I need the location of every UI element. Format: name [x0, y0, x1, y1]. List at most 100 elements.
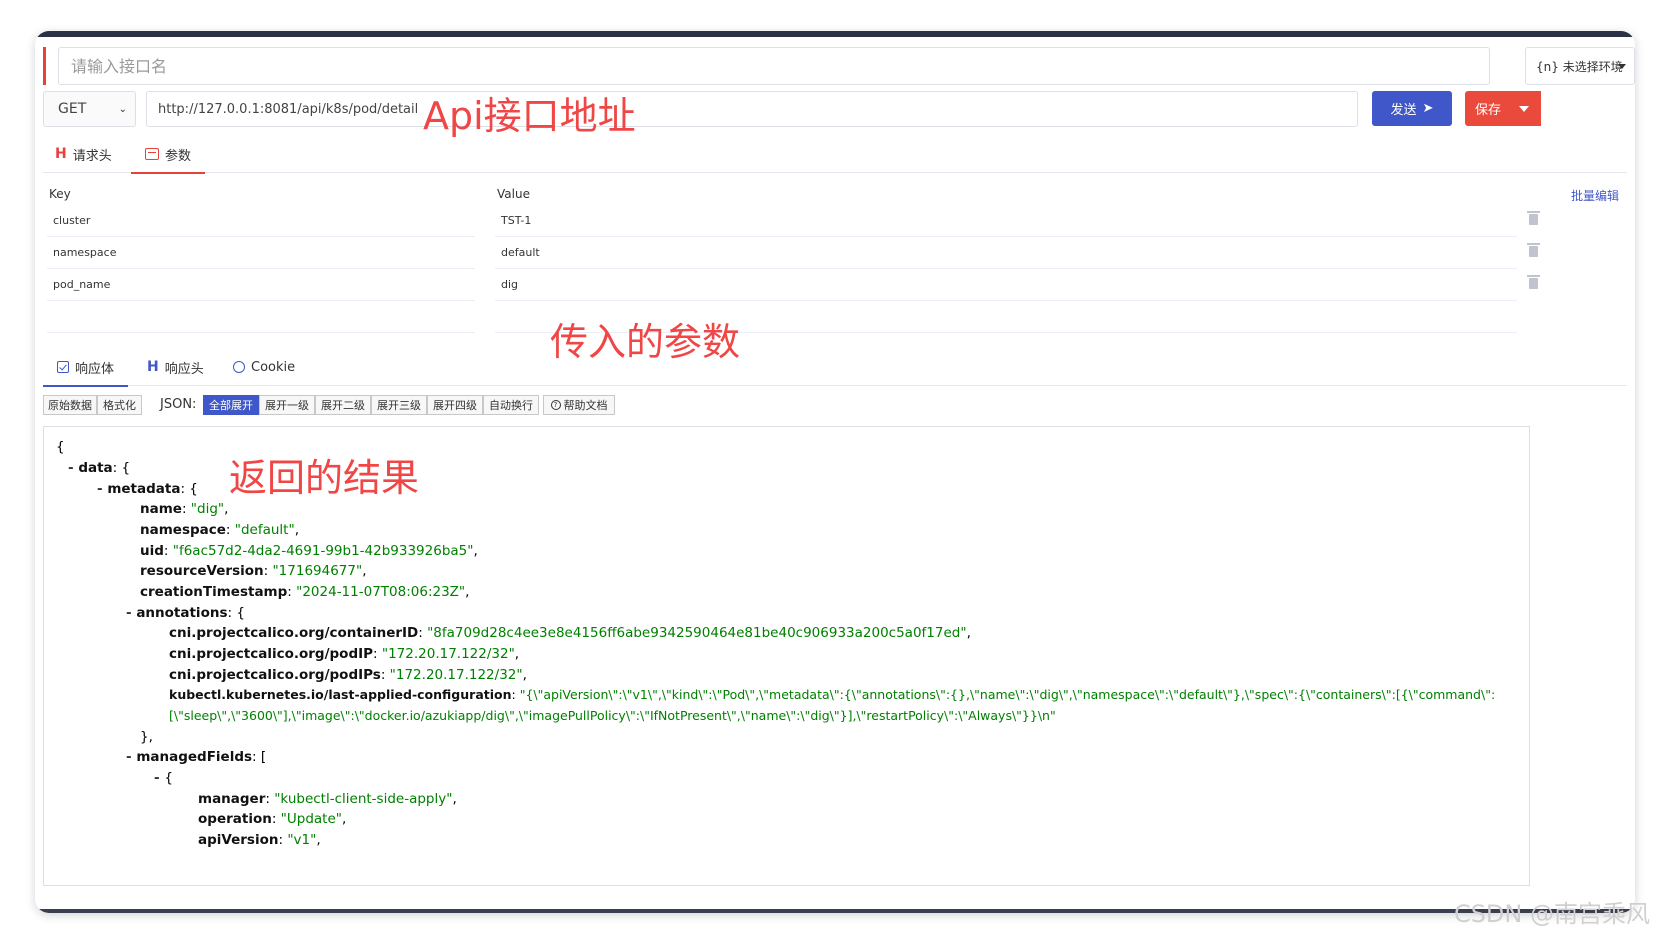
json-line: name: "dig", — [140, 501, 229, 517]
json-line: kubectl.kubernetes.io/last-applied-confi… — [169, 687, 1496, 702]
json-value: "kubectl-client-side-apply" — [274, 791, 453, 807]
json-value: "{\"apiVersion\":\"v1\",\"kind\":\"Pod\"… — [519, 687, 1496, 702]
json-value: "default" — [234, 522, 295, 538]
param-key-cell[interactable]: pod_name — [47, 269, 475, 301]
tab-response-body[interactable]: 响应体 — [43, 348, 129, 387]
help-label: 帮助文档 — [563, 399, 608, 412]
json-value-continued: [\"sleep\",\"3600\"],\"image\":\"docker.… — [169, 708, 1056, 723]
save-button[interactable]: 保存 — [1465, 91, 1541, 126]
json-key: namespace — [140, 522, 226, 538]
json-line: - metadata: { — [97, 481, 198, 497]
auto-wrap-button[interactable]: 自动换行 — [483, 395, 539, 415]
tab-label: 响应头 — [164, 361, 204, 377]
result-annotation: 返回的结果 — [229, 456, 420, 500]
collapse-toggle[interactable]: - — [68, 460, 78, 476]
json-line: resourceVersion: "171694677", — [140, 563, 367, 579]
tab-label: 请求头 — [72, 148, 112, 164]
chevron-down-icon: ⌄ — [118, 104, 127, 115]
collapse-toggle[interactable]: - — [97, 481, 107, 497]
tab-request-headers[interactable]: H 请求头 — [55, 135, 112, 173]
response-tabs: 响应体 H 响应头 Cookie — [43, 348, 1627, 387]
param-value-cell[interactable]: TST-1 — [495, 205, 1517, 237]
app-window: {n} 未选择环境 GET ⌄ Api接口地址 发送 ➤ 保存 H 请求头 参数 — [35, 31, 1635, 913]
batch-edit-link[interactable]: 批量编辑 — [1571, 187, 1619, 204]
param-row-empty — [43, 301, 1627, 333]
params-icon — [145, 148, 159, 160]
param-key-cell-empty[interactable] — [47, 301, 475, 333]
json-key: data — [78, 460, 113, 476]
json-key: manager — [198, 791, 266, 807]
json-line: cni.projectcalico.org/podIP: "172.20.17.… — [169, 646, 520, 662]
json-key: managedFields — [136, 749, 253, 765]
param-row: namespace default — [43, 237, 1627, 269]
trash-icon[interactable] — [1527, 211, 1540, 225]
json-line: namespace: "default", — [140, 522, 299, 538]
help-docs-button[interactable]: ? 帮助文档 — [543, 395, 615, 415]
header-h-icon: H — [147, 359, 159, 375]
method-select[interactable]: GET ⌄ — [43, 91, 136, 127]
window-bottom-border — [35, 909, 1635, 913]
api-url-annotation: Api接口地址 — [423, 94, 636, 138]
send-label: 发送 — [1390, 103, 1417, 118]
tab-cookie[interactable]: Cookie — [233, 348, 295, 386]
json-value: "171694677" — [272, 563, 363, 579]
environment-label: {n} 未选择环境 — [1536, 59, 1623, 74]
json-value: "Update" — [280, 811, 342, 827]
expand-all-button[interactable]: 全部展开 — [203, 395, 259, 415]
url-input[interactable] — [146, 91, 1358, 127]
param-value-cell[interactable]: dig — [495, 269, 1517, 301]
json-key: resourceVersion — [140, 563, 264, 579]
help-icon: ? — [550, 400, 561, 410]
environment-select[interactable]: {n} 未选择环境 — [1525, 47, 1635, 85]
json-key: apiVersion — [198, 832, 279, 848]
raw-data-button[interactable]: 原始数据 — [43, 395, 97, 415]
json-response-view[interactable]: { - data: { 返回的结果 - metadata: { name: "d… — [43, 426, 1530, 886]
json-line: cni.projectcalico.org/containerID: "8fa7… — [169, 625, 971, 641]
collapse-toggle[interactable]: - — [126, 749, 136, 765]
json-value: "v1" — [287, 832, 317, 848]
json-line: creationTimestamp: "2024-11-07T08:06:23Z… — [140, 584, 470, 600]
tab-response-headers[interactable]: H 响应头 — [147, 348, 204, 386]
json-key: cni.projectcalico.org/containerID — [169, 625, 419, 641]
format-button[interactable]: 格式化 — [97, 395, 142, 415]
tab-params[interactable]: 参数 — [131, 135, 206, 174]
json-line: operation: "Update", — [198, 811, 347, 827]
json-key: creationTimestamp — [140, 584, 288, 600]
json-value: "dig" — [190, 501, 225, 517]
param-key-cell[interactable]: namespace — [47, 237, 475, 269]
trash-icon[interactable] — [1527, 275, 1540, 289]
expand-level-3-button[interactable]: 展开三级 — [371, 395, 427, 415]
json-brace: }, — [140, 729, 153, 745]
json-line: [\"sleep\",\"3600\"],\"image\":\"docker.… — [169, 708, 1056, 723]
paper-plane-icon: ➤ — [1422, 101, 1434, 116]
api-name-input[interactable] — [58, 47, 1490, 85]
param-row: cluster TST-1 — [43, 205, 1627, 237]
tab-label: Cookie — [251, 359, 296, 375]
json-line: }, — [140, 729, 153, 745]
expand-level-1-button[interactable]: 展开一级 — [259, 395, 315, 415]
param-value-cell[interactable]: default — [495, 237, 1517, 269]
collapse-toggle[interactable]: - — [154, 770, 164, 786]
save-label: 保存 — [1475, 103, 1502, 118]
value-column-header: Value — [497, 187, 530, 201]
json-line: cni.projectcalico.org/podIPs: "172.20.17… — [169, 667, 527, 683]
tab-label: 参数 — [165, 148, 192, 164]
json-value: "172.20.17.122/32" — [389, 667, 523, 683]
json-line: - { — [154, 770, 173, 786]
json-line: manager: "kubectl-client-side-apply", — [198, 791, 457, 807]
collapse-toggle[interactable]: - — [126, 605, 136, 621]
param-key-cell[interactable]: cluster — [47, 205, 475, 237]
json-key: cni.projectcalico.org/podIPs — [169, 667, 381, 683]
watermark: CSDN @南宫乘风 — [1453, 900, 1650, 928]
expand-level-2-button[interactable]: 展开二级 — [315, 395, 371, 415]
trash-icon[interactable] — [1527, 243, 1540, 257]
expand-level-4-button[interactable]: 展开四级 — [427, 395, 483, 415]
json-value: "f6ac57d2-4da2-4691-99b1-42b933926ba5" — [172, 543, 474, 559]
window-top-border — [35, 31, 1635, 37]
send-button[interactable]: 发送 ➤ — [1372, 91, 1452, 126]
checkbox-icon — [57, 361, 69, 373]
name-accent-bar — [43, 47, 46, 85]
params-table: Key Value 批量编辑 cluster TST-1 namespace d… — [43, 183, 1627, 364]
save-dropdown-caret-icon[interactable] — [1519, 105, 1530, 112]
json-line: - data: { — [68, 460, 131, 476]
